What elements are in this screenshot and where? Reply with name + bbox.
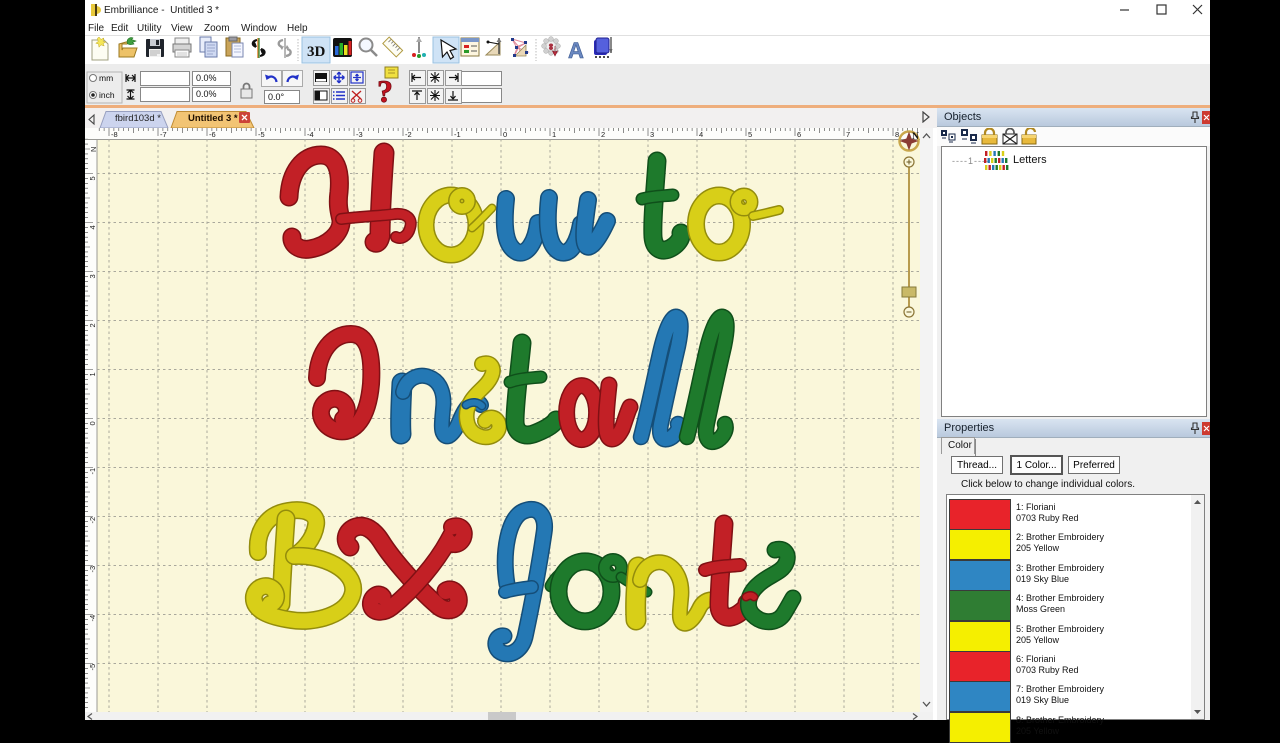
svg-text:-4: -4 xyxy=(88,615,97,622)
svg-text:1: 1 xyxy=(552,130,556,139)
svg-text:-8: -8 xyxy=(111,130,118,139)
svg-text:5: 5 xyxy=(748,130,752,139)
svg-text:-4: -4 xyxy=(307,130,314,139)
svg-text:-1: -1 xyxy=(454,130,461,139)
svg-text:5: 5 xyxy=(88,176,97,180)
svg-text:-5: -5 xyxy=(258,130,265,139)
svg-text:3: 3 xyxy=(88,274,97,278)
svg-text:0: 0 xyxy=(88,421,97,425)
svg-text:-6: -6 xyxy=(209,130,216,139)
svg-text:4: 4 xyxy=(699,130,703,139)
svg-text:-3: -3 xyxy=(356,130,363,139)
svg-text:-2: -2 xyxy=(405,130,412,139)
svg-text:6: 6 xyxy=(797,130,801,139)
svg-text:4: 4 xyxy=(88,225,97,229)
svg-text:N: N xyxy=(912,132,919,142)
svg-text:1: 1 xyxy=(88,372,97,376)
svg-text:0: 0 xyxy=(503,130,507,139)
svg-text:-7: -7 xyxy=(160,130,167,139)
svg-text:8: 8 xyxy=(895,130,899,139)
svg-text:2: 2 xyxy=(601,130,605,139)
svg-text:2: 2 xyxy=(88,323,97,327)
svg-text:-5: -5 xyxy=(88,664,97,671)
svg-text:7: 7 xyxy=(846,130,850,139)
svg-text:3: 3 xyxy=(650,130,654,139)
svg-text:-3: -3 xyxy=(88,566,97,573)
svg-text:-2: -2 xyxy=(88,517,97,524)
svg-text:-1: -1 xyxy=(88,468,97,475)
